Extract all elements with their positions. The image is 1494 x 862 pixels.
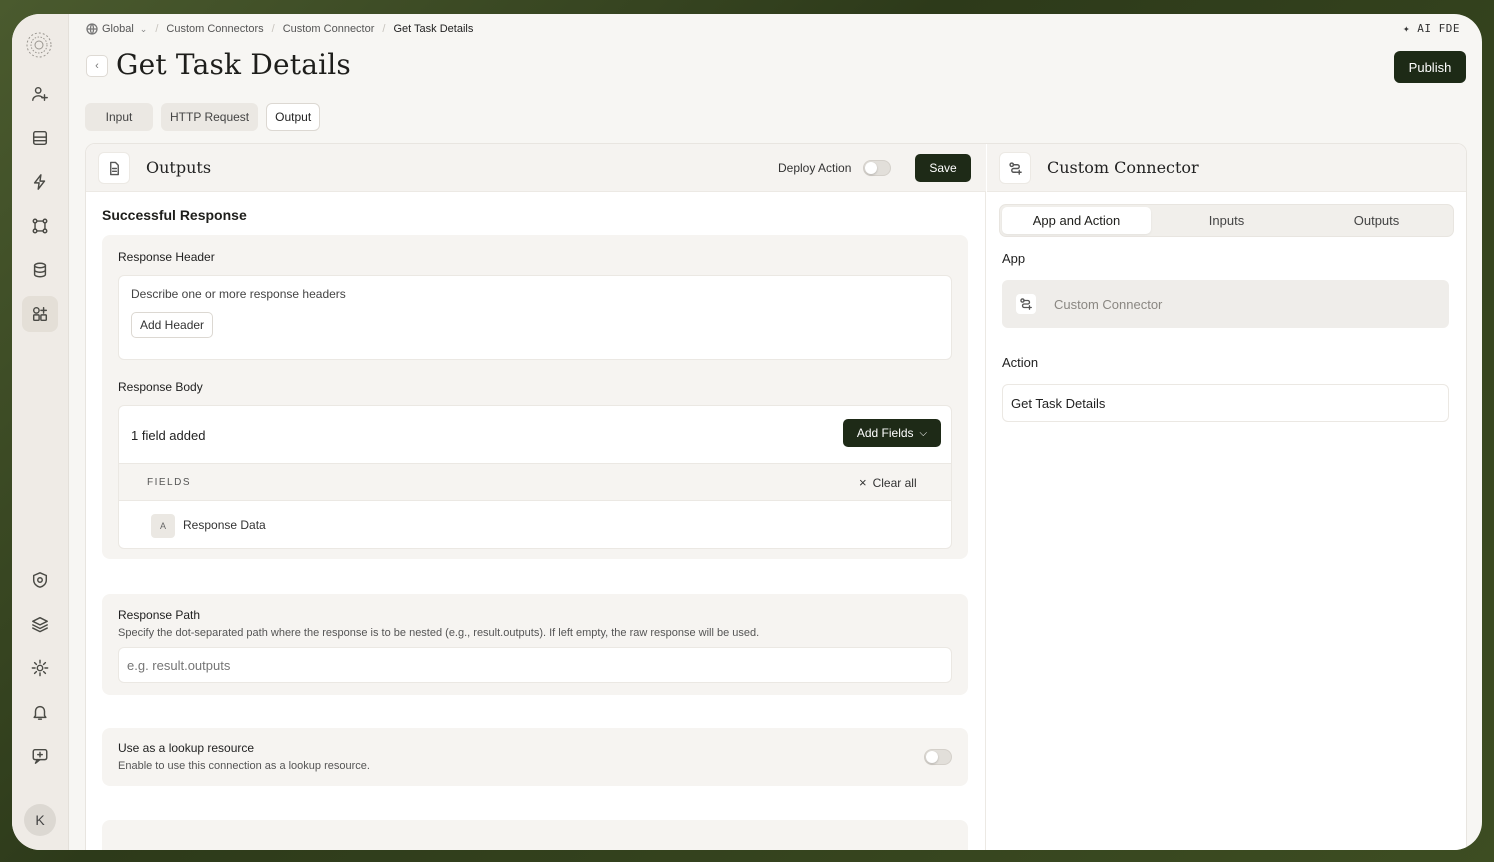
- app-window: K Global ⌄ / Custom Connectors / Custom …: [12, 14, 1482, 850]
- app-select[interactable]: Custom Connector: [1002, 280, 1449, 328]
- lookup-resource-toggle[interactable]: [924, 749, 952, 765]
- ai-fde-button[interactable]: ✦ AI FDE: [1403, 22, 1460, 35]
- outputs-title: Outputs: [146, 158, 212, 177]
- chat-icon[interactable]: [22, 738, 58, 774]
- response-body-box: 1 field added Add Fields ⌵ FIELDS × Clea…: [118, 405, 952, 549]
- outputs-header: Outputs Deploy Action Save: [86, 144, 986, 192]
- breadcrumb-separator: /: [155, 23, 159, 35]
- sidebar: K: [12, 14, 69, 850]
- shield-icon[interactable]: [22, 562, 58, 598]
- workflow-icon[interactable]: [22, 208, 58, 244]
- tab-input[interactable]: Input: [85, 103, 153, 131]
- breadcrumb-item-custom-connector[interactable]: Custom Connector: [283, 23, 375, 35]
- action-label: Action: [1002, 355, 1039, 370]
- add-header-button[interactable]: Add Header: [131, 312, 214, 338]
- add-fields-label: Add Fields: [856, 426, 914, 440]
- page-title: Get Task Details: [116, 48, 351, 81]
- connector-title: Custom Connector: [1047, 158, 1199, 177]
- response-path-input[interactable]: [118, 647, 952, 683]
- tab-outputs[interactable]: Outputs: [1302, 207, 1451, 234]
- clear-all-button[interactable]: × Clear all: [859, 475, 917, 490]
- action-select[interactable]: Get Task Details: [1002, 384, 1449, 422]
- apps-icon[interactable]: [22, 296, 58, 332]
- lookup-resource-group: Use as a lookup resource Enable to use t…: [102, 728, 968, 786]
- connector-icon: [1016, 294, 1036, 314]
- connector-header: Custom Connector: [987, 144, 1466, 192]
- lookup-resource-label: Use as a lookup resource: [118, 741, 255, 755]
- response-path-help: Specify the dot-separated path where the…: [118, 627, 760, 639]
- text-type-icon: A: [151, 514, 175, 538]
- avatar[interactable]: K: [24, 804, 56, 836]
- tab-inputs[interactable]: Inputs: [1152, 207, 1301, 234]
- clear-all-label: Clear all: [872, 475, 917, 490]
- save-button[interactable]: Save: [915, 154, 971, 182]
- database-icon[interactable]: [22, 252, 58, 288]
- next-group: [102, 820, 968, 850]
- user-plus-icon[interactable]: [22, 76, 58, 112]
- app-name: Custom Connector: [1054, 297, 1163, 312]
- chevron-down-icon[interactable]: ⌄: [140, 24, 148, 35]
- editor-tabs: Input HTTP Request Output: [85, 103, 321, 131]
- fields-header-label: FIELDS: [147, 477, 192, 488]
- response-body-label: Response Body: [118, 380, 203, 394]
- bolt-icon[interactable]: [22, 164, 58, 200]
- tab-output[interactable]: Output: [266, 103, 321, 131]
- field-count: 1 field added: [131, 428, 206, 443]
- tab-http-request[interactable]: HTTP Request: [161, 103, 259, 131]
- editor-card: Outputs Deploy Action Save Custom Connec…: [85, 143, 1467, 850]
- connector-tabs: App and Action Inputs Outputs: [999, 204, 1454, 237]
- panel-divider: [985, 144, 986, 850]
- add-fields-button[interactable]: Add Fields ⌵: [843, 419, 941, 447]
- response-header-box: Describe one or more response headers Ad…: [118, 275, 952, 360]
- breadcrumb-separator: /: [271, 23, 275, 35]
- bell-icon[interactable]: [22, 694, 58, 730]
- response-path-group: Response Path Specify the dot-separated …: [102, 594, 968, 695]
- response-header-description: Describe one or more response headers: [131, 287, 346, 301]
- fields-header: FIELDS × Clear all: [119, 463, 951, 501]
- close-icon: ×: [859, 475, 867, 490]
- gear-icon[interactable]: [22, 650, 58, 686]
- connector-icon: [999, 152, 1031, 184]
- response-path-label: Response Path: [118, 608, 201, 622]
- breadcrumb: Global ⌄ / Custom Connectors / Custom Co…: [86, 22, 473, 36]
- document-icon: [98, 152, 130, 184]
- lookup-resource-help: Enable to use this connection as a looku…: [118, 760, 370, 772]
- section-title: Successful Response: [102, 207, 247, 223]
- logo-icon[interactable]: [24, 30, 54, 60]
- globe-icon: [86, 23, 98, 35]
- breadcrumb-scope[interactable]: Global: [102, 23, 134, 35]
- list-item[interactable]: Response Data: [183, 518, 266, 532]
- breadcrumb-separator: /: [382, 23, 386, 35]
- action-value: Get Task Details: [1011, 395, 1106, 411]
- inbox-icon[interactable]: [22, 120, 58, 156]
- breadcrumb-item-current: Get Task Details: [393, 23, 474, 35]
- back-button[interactable]: ‹: [86, 55, 108, 77]
- app-label: App: [1002, 251, 1026, 266]
- tab-app-and-action[interactable]: App and Action: [1002, 207, 1151, 234]
- successful-response-group: Response Header Describe one or more res…: [102, 235, 968, 559]
- chevron-down-icon: ⌵: [919, 427, 928, 439]
- chevron-left-icon: ‹: [95, 60, 99, 72]
- response-header-label: Response Header: [118, 250, 215, 264]
- breadcrumb-item-custom-connectors[interactable]: Custom Connectors: [166, 23, 263, 35]
- layers-icon[interactable]: [22, 606, 58, 642]
- deploy-action-label: Deploy Action: [778, 161, 852, 175]
- deploy-action-toggle[interactable]: [863, 160, 891, 176]
- publish-button[interactable]: Publish: [1394, 51, 1466, 83]
